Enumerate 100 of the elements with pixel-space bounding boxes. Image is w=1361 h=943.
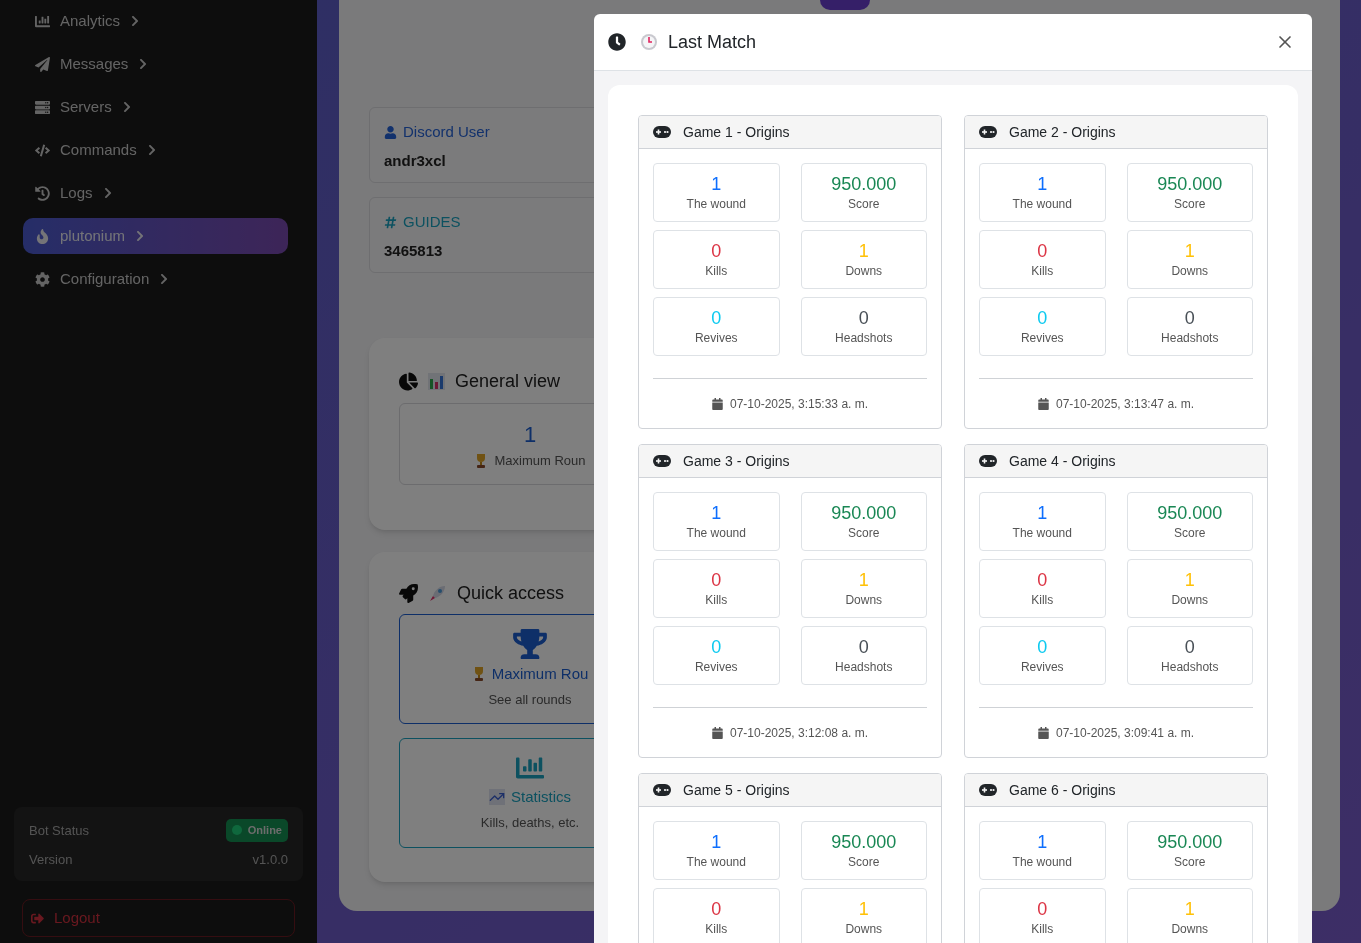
history-icon xyxy=(35,185,50,201)
stat-label: Revives xyxy=(1020,329,1064,347)
stat-label: Kills xyxy=(1031,591,1054,609)
pie-chart-icon xyxy=(399,372,418,391)
quick-link-subtitle: See all rounds xyxy=(488,690,572,709)
chevron-icon xyxy=(121,101,132,113)
game-date: 07-10-2025, 3:09:41 a. m. xyxy=(1055,724,1195,742)
logout-icon xyxy=(31,911,44,925)
flame-icon xyxy=(35,228,50,244)
sidebar-item[interactable]: Servers xyxy=(29,89,288,125)
stat-value: 1 xyxy=(711,501,722,524)
game-title: Game 3 - Origins xyxy=(683,451,790,471)
user-icon xyxy=(384,125,397,139)
code-icon xyxy=(35,142,50,158)
gamepad-icon xyxy=(653,455,671,467)
stat-value: 1 xyxy=(858,239,869,262)
stat-value: 0 xyxy=(711,239,722,262)
stat-label: Kills xyxy=(705,262,728,280)
info-card-title: Discord User xyxy=(403,122,490,142)
stat-value: 1 xyxy=(1184,239,1195,262)
game-date: 07-10-2025, 3:12:08 a. m. xyxy=(729,724,869,742)
stat-label: Revives xyxy=(694,329,738,347)
stat-label: Downs xyxy=(1171,920,1209,938)
chevron-icon xyxy=(130,15,141,27)
stat-label: Downs xyxy=(1171,591,1209,609)
gamepad-icon xyxy=(653,784,671,796)
version-value: v1.0.0 xyxy=(252,850,288,869)
stat-value: 1 xyxy=(1037,830,1048,853)
clock-icon xyxy=(608,33,626,51)
stat-value: 1 xyxy=(858,568,869,591)
stat-label: Kills xyxy=(1031,920,1054,938)
stat-value: 1 xyxy=(1037,172,1048,195)
quick-link-subtitle: Kills, deaths, etc. xyxy=(480,813,580,832)
stat-value: 950.000 xyxy=(831,830,897,853)
stat-value: 0 xyxy=(711,635,722,658)
stat-label: Score xyxy=(848,853,880,871)
info-card-title: GUIDES xyxy=(403,212,461,232)
chevron-icon xyxy=(135,230,146,242)
chevron-icon xyxy=(159,273,170,285)
logo-icon xyxy=(819,0,870,10)
stat-value: 1 xyxy=(711,830,722,853)
sidebar-item[interactable]: Configuration xyxy=(29,261,288,297)
stat-value: 1 xyxy=(1184,568,1195,591)
gamepad-icon xyxy=(979,126,997,138)
server-icon xyxy=(35,99,50,115)
stat-value: 0 xyxy=(1037,897,1048,920)
stat-label: Headshots xyxy=(1161,658,1219,676)
gear-icon xyxy=(35,271,50,287)
calendar-icon xyxy=(711,726,723,739)
clock-icon xyxy=(640,33,658,51)
stat-label: Kills xyxy=(705,920,728,938)
game-title: Game 6 - Origins xyxy=(1009,780,1116,800)
stat-value: 0 xyxy=(858,306,869,329)
stat-value: 950.000 xyxy=(831,172,897,195)
trend-chart-icon xyxy=(489,789,505,806)
chevron-icon xyxy=(102,187,113,199)
sidebar-item[interactable]: Analytics xyxy=(29,3,288,39)
game-title: Game 1 - Origins xyxy=(683,122,790,142)
gamepad-icon xyxy=(979,455,997,467)
stat-value: 0 xyxy=(711,306,722,329)
stat-label: Headshots xyxy=(835,658,893,676)
stat-value: 950.000 xyxy=(1157,172,1223,195)
info-card-value: andr3xcl xyxy=(384,150,446,171)
stat-label: Kills xyxy=(705,591,728,609)
stat-label: The wound xyxy=(1012,524,1072,542)
info-card-value: 3465813 xyxy=(384,240,443,261)
gamepad-icon xyxy=(979,784,997,796)
stat-value: 0 xyxy=(711,568,722,591)
stat-value: 0 xyxy=(1184,635,1195,658)
stat-label: Downs xyxy=(845,591,883,609)
hash-icon xyxy=(384,215,397,229)
game-title: Game 4 - Origins xyxy=(1009,451,1116,471)
stat-label: Score xyxy=(848,524,880,542)
stat-value: 0 xyxy=(1037,568,1048,591)
paper-plane-icon xyxy=(35,56,50,72)
stat-value: 0 xyxy=(858,635,869,658)
sidebar-item[interactable]: plutonium xyxy=(23,218,288,254)
sidebar-item[interactable]: Commands xyxy=(29,132,288,168)
section-title: Quick access xyxy=(457,582,565,605)
stat-label: Score xyxy=(1174,524,1206,542)
rocket-icon xyxy=(428,584,447,603)
stat-value: 0 xyxy=(1037,635,1048,658)
stat-label: The wound xyxy=(686,195,746,213)
chevron-icon xyxy=(138,58,149,70)
calendar-icon xyxy=(1037,397,1049,410)
stat-value: 0 xyxy=(1184,306,1195,329)
calendar-icon xyxy=(1037,726,1049,739)
stat-value: 0 xyxy=(1037,306,1048,329)
stat-label: The wound xyxy=(1012,853,1072,871)
sidebar-item[interactable]: Logs xyxy=(29,175,288,211)
stat-label: Downs xyxy=(845,262,883,280)
stat-label: Score xyxy=(1174,195,1206,213)
sidebar-item[interactable]: Messages xyxy=(29,46,288,82)
stat-label: Headshots xyxy=(835,329,893,347)
game-date: 07-10-2025, 3:15:33 a. m. xyxy=(729,395,869,413)
status-label: Bot Status xyxy=(29,821,89,840)
calendar-icon xyxy=(711,397,723,410)
stat-label: Headshots xyxy=(1161,329,1219,347)
rocket-icon xyxy=(399,584,418,603)
bar-chart-icon xyxy=(428,373,445,390)
